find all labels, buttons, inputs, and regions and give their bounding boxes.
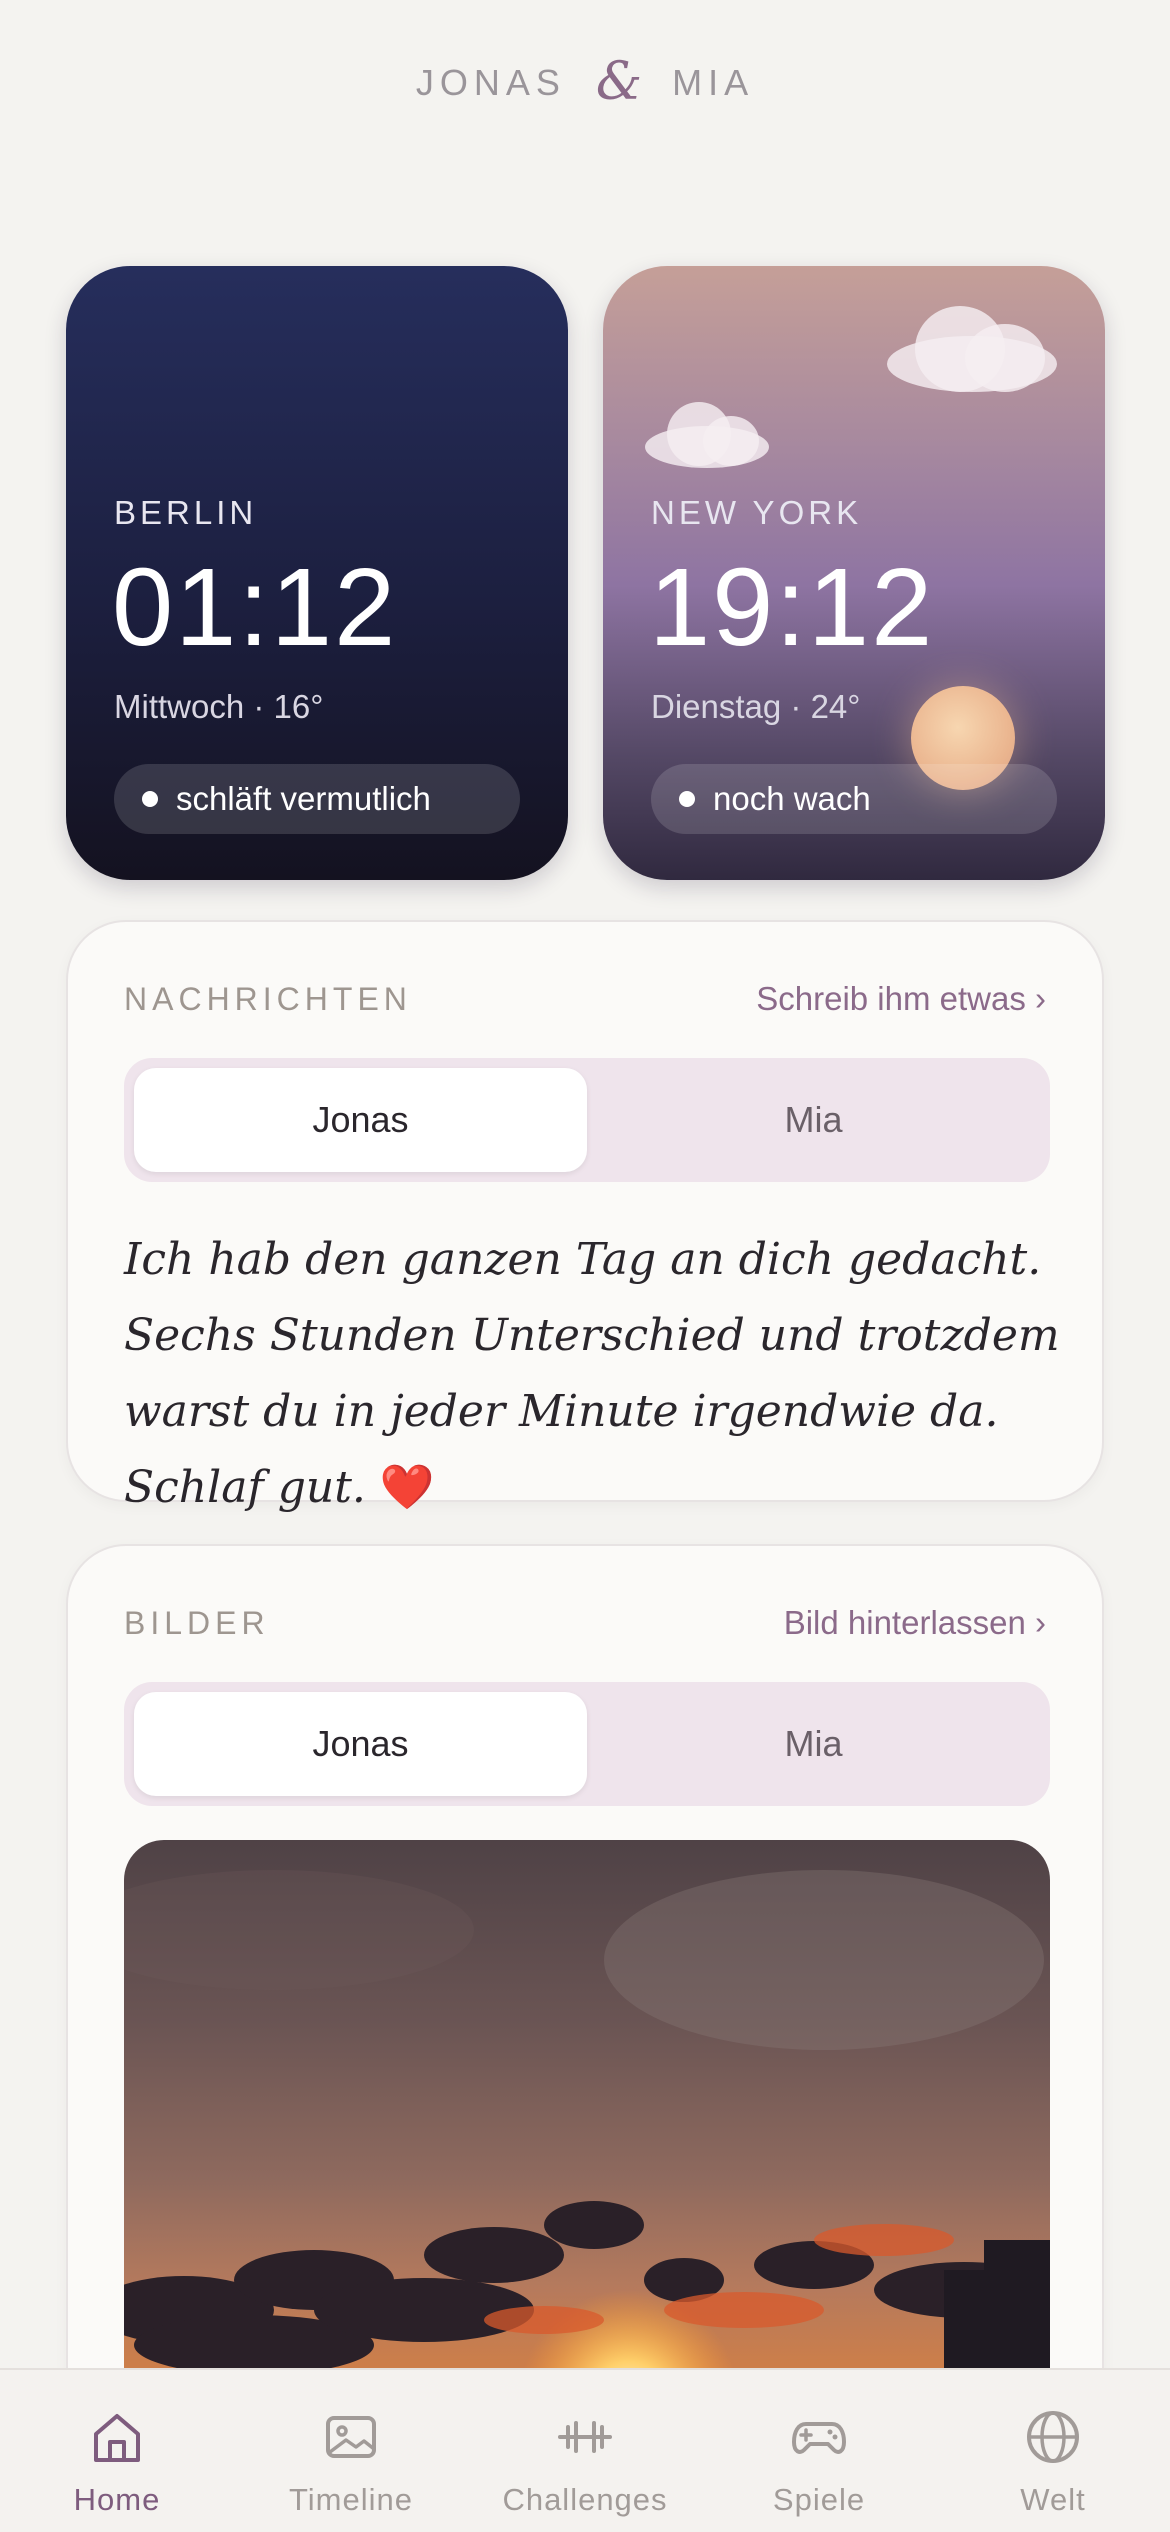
tab-label: Timeline xyxy=(289,2482,413,2517)
status-dot-icon xyxy=(142,791,158,807)
status-pill: noch wach xyxy=(651,764,1057,834)
message-body: Ich hab den ganzen Tag an dich gedacht. … xyxy=(124,1234,1060,1513)
segment-jonas[interactable]: Jonas xyxy=(134,1692,587,1796)
messages-segmented-control: Jonas Mia xyxy=(124,1058,1050,1182)
tab-label: Spiele xyxy=(772,2482,866,2517)
app-title: JONAS & MIA xyxy=(0,48,1170,112)
status-text: noch wach xyxy=(713,780,871,817)
status-text: schläft vermutlich xyxy=(176,780,431,817)
heart-emoji: ❤️ xyxy=(379,1462,435,1513)
pictures-segmented-control: Jonas Mia xyxy=(124,1682,1050,1806)
tab-label: Home xyxy=(73,2482,161,2517)
pictures-title: BILDER xyxy=(124,1604,270,1641)
segment-mia[interactable]: Mia xyxy=(587,1692,1040,1796)
status-pill: schläft vermutlich xyxy=(114,764,520,834)
gamepad-icon xyxy=(792,2422,846,2454)
city-label: NEW YORK xyxy=(651,494,863,531)
city-time: 19:12 xyxy=(649,546,935,669)
globe-icon xyxy=(1027,2411,1079,2463)
city-day-temperature: Dienstag · 24° xyxy=(651,688,861,725)
segment-jonas[interactable]: Jonas xyxy=(134,1068,587,1172)
pictures-header: BILDER Bild hinterlassen › xyxy=(124,1604,1046,1642)
messages-title: NACHRICHTEN xyxy=(124,980,412,1017)
message-text: Ich hab den ganzen Tag an dich gedacht. … xyxy=(124,1222,1064,1526)
city-label: BERLIN xyxy=(114,494,258,531)
cloud-icon xyxy=(887,296,1067,396)
home-icon xyxy=(94,2414,140,2462)
title-name-right: MIA xyxy=(672,62,755,103)
clock-card-berlin[interactable]: BERLIN 01:12 Mittwoch · 16° schläft verm… xyxy=(66,266,568,880)
tab-label: Challenges xyxy=(502,2482,668,2517)
city-day-temperature: Mittwoch · 16° xyxy=(114,688,324,725)
tab-challenges[interactable]: Challenges xyxy=(468,2370,702,2532)
leave-picture-link[interactable]: Bild hinterlassen › xyxy=(784,1604,1046,1642)
messages-card: NACHRICHTEN Schreib ihm etwas › Jonas Mi… xyxy=(66,920,1104,1513)
image-icon xyxy=(326,2416,376,2458)
city-time: 01:12 xyxy=(112,546,398,669)
status-dot-icon xyxy=(679,791,695,807)
bottom-tab-bar: Home Timeline Challenges Spiele Welt xyxy=(0,2368,1170,2532)
tab-spiele[interactable]: Spiele xyxy=(702,2370,936,2532)
sunset-photo[interactable] xyxy=(124,1840,1050,2460)
home-screen: JONAS & MIA BERLIN 01:12 Mittwoch · 16° … xyxy=(0,0,1170,2532)
title-name-left: JONAS xyxy=(415,62,566,103)
tab-home[interactable]: Home xyxy=(0,2370,234,2532)
write-message-link[interactable]: Schreib ihm etwas › xyxy=(756,980,1046,1018)
dumbbell-icon xyxy=(558,2421,612,2453)
segment-mia[interactable]: Mia xyxy=(587,1068,1040,1172)
tab-timeline[interactable]: Timeline xyxy=(234,2370,468,2532)
clock-card-new-york[interactable]: NEW YORK 19:12 Dienstag · 24° noch wach xyxy=(603,266,1105,880)
tab-welt[interactable]: Welt xyxy=(936,2370,1170,2532)
sunset-illustration xyxy=(124,1870,1050,2460)
tab-label: Welt xyxy=(1020,2482,1086,2517)
cloud-icon xyxy=(645,396,775,472)
ampersand-glyph: & xyxy=(595,52,643,112)
messages-header: NACHRICHTEN Schreib ihm etwas › xyxy=(124,980,1046,1018)
